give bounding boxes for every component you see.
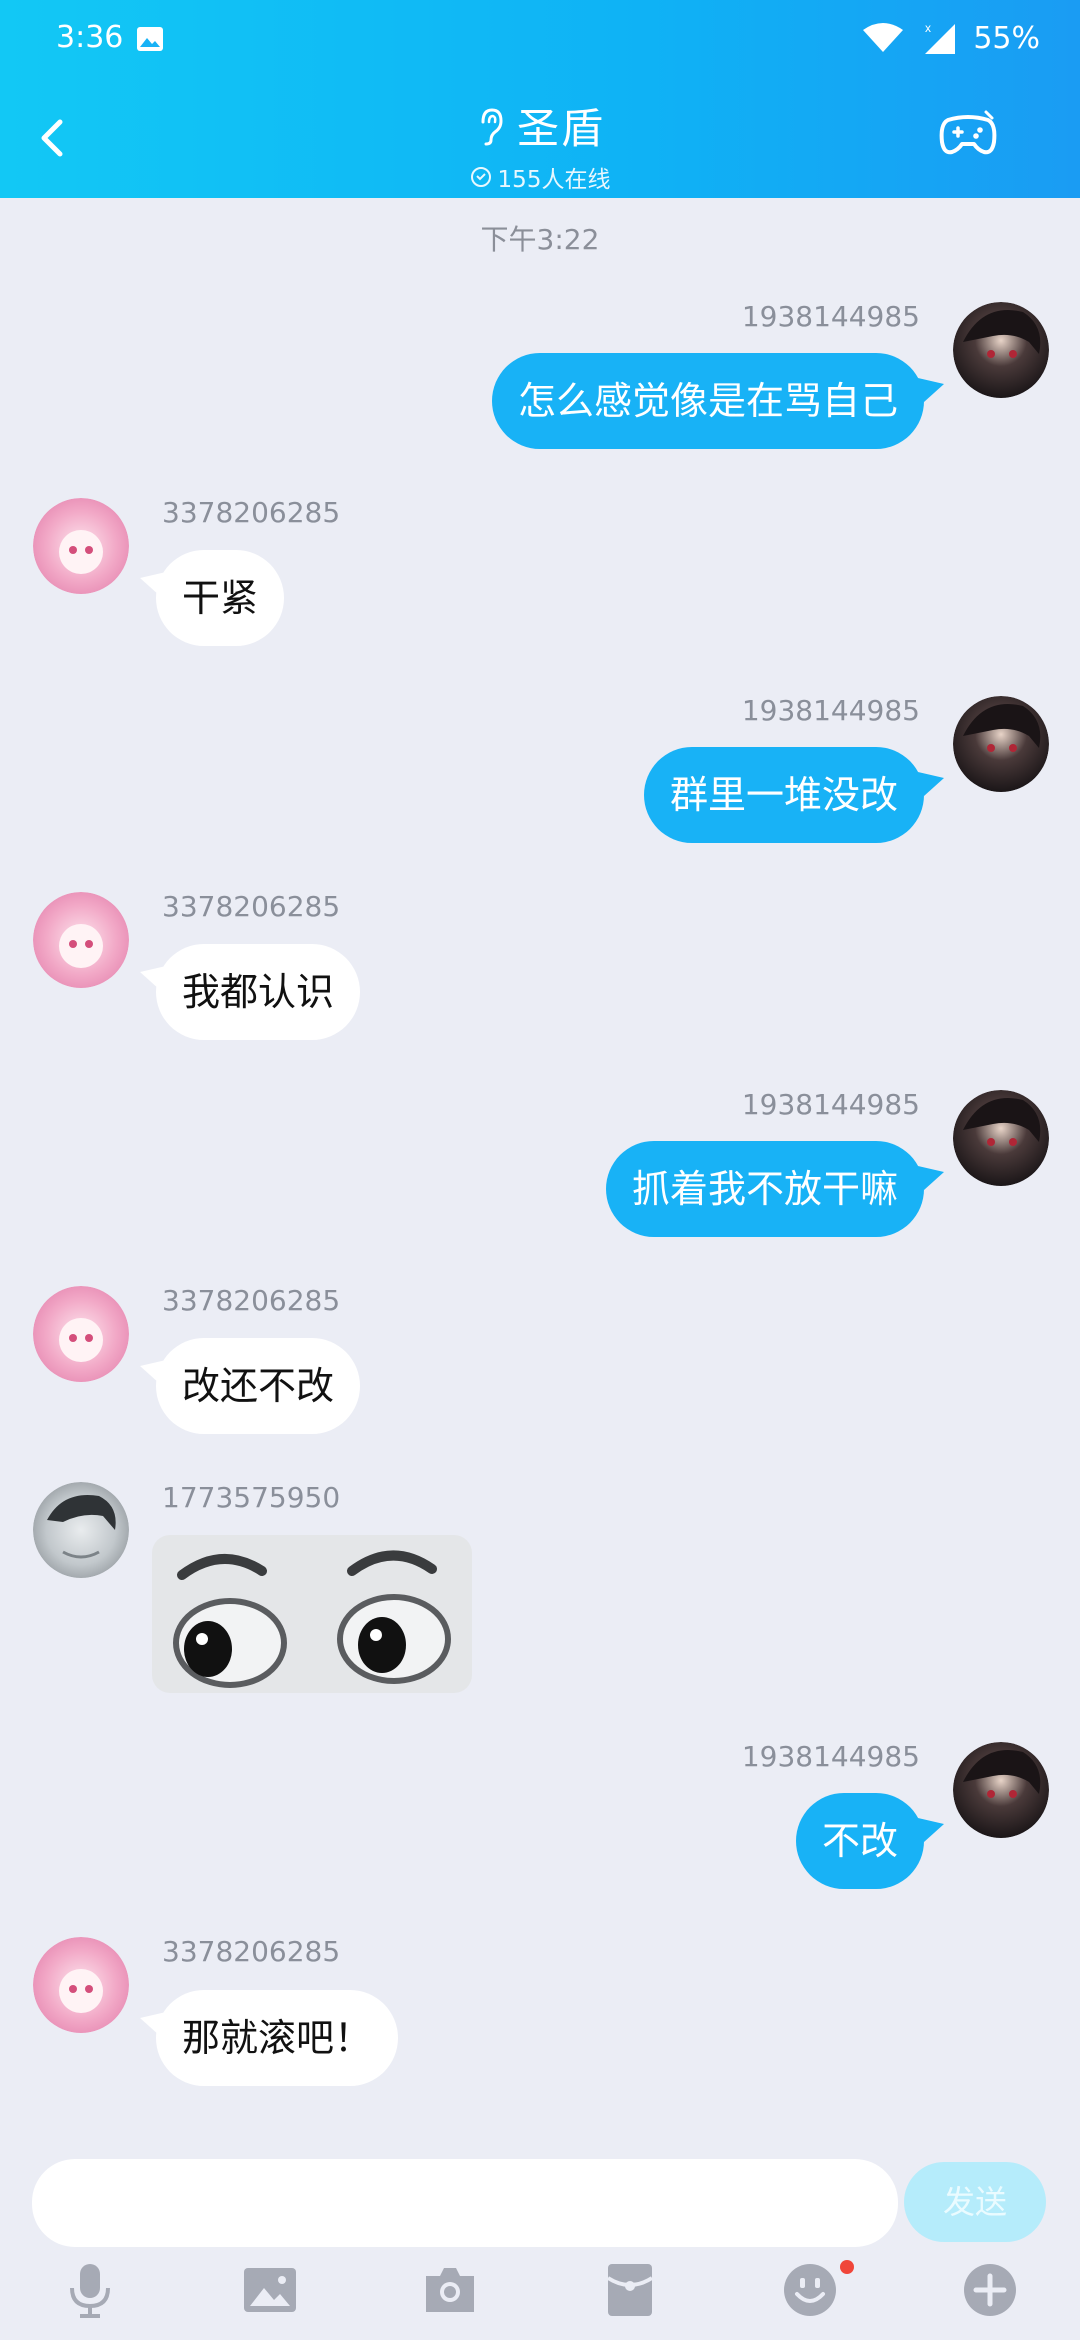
ear-icon bbox=[481, 107, 503, 145]
avatar[interactable] bbox=[33, 1286, 129, 1382]
message-bubble[interactable]: 我都认识 bbox=[156, 944, 361, 1040]
avatar[interactable] bbox=[953, 302, 1049, 398]
avatar[interactable] bbox=[953, 1742, 1049, 1838]
page-title: 圣盾 bbox=[516, 104, 605, 153]
avatar[interactable] bbox=[33, 498, 129, 594]
message-timestamp: 下午3:22 bbox=[480, 223, 600, 256]
game-controller-icon[interactable] bbox=[936, 108, 1000, 164]
avatar[interactable] bbox=[953, 1090, 1049, 1186]
sticker-image[interactable] bbox=[152, 1535, 472, 1693]
sender-id: 3378206285 bbox=[162, 1935, 341, 1968]
svg-text:x: x bbox=[925, 21, 931, 35]
status-time: 3:36 bbox=[56, 20, 124, 55]
bubble-tail bbox=[918, 1818, 944, 1842]
bubble-tail bbox=[918, 1166, 944, 1190]
input-toolbar bbox=[0, 2260, 1080, 2340]
message-bubble[interactable]: 怎么感觉像是在骂自己 bbox=[491, 353, 924, 449]
message-input[interactable] bbox=[32, 2159, 898, 2247]
message-bubble[interactable]: 干紧 bbox=[156, 550, 285, 646]
emoji-icon[interactable] bbox=[780, 2260, 840, 2320]
avatar[interactable] bbox=[33, 892, 129, 988]
red-packet-icon[interactable] bbox=[600, 2260, 660, 2320]
message-bubble[interactable]: 改还不改 bbox=[156, 1338, 361, 1434]
bubble-tail bbox=[918, 772, 944, 796]
notification-dot bbox=[840, 2260, 854, 2274]
online-check-icon bbox=[470, 167, 491, 187]
chat-header: 3:36 x 55% 圣盾 155人在线 bbox=[0, 0, 1080, 198]
avatar[interactable] bbox=[33, 1482, 129, 1578]
avatar[interactable] bbox=[33, 1937, 129, 2033]
message-bubble[interactable]: 抓着我不放干嘛 bbox=[605, 1141, 924, 1237]
battery-level: 55% bbox=[973, 20, 1040, 56]
sender-id: 3378206285 bbox=[162, 496, 341, 529]
image-icon[interactable] bbox=[240, 2260, 300, 2320]
wifi-icon bbox=[863, 23, 904, 52]
send-button[interactable]: 发送 bbox=[904, 2162, 1046, 2242]
sender-id: 1938144985 bbox=[741, 1088, 920, 1121]
avatar[interactable] bbox=[953, 696, 1049, 792]
bubble-tail bbox=[918, 378, 944, 402]
chat-title-block[interactable]: 圣盾 155人在线 bbox=[0, 95, 1080, 194]
gallery-notification-icon bbox=[137, 27, 163, 51]
sender-id: 3378206285 bbox=[162, 890, 341, 923]
plus-icon[interactable] bbox=[960, 2260, 1020, 2320]
sender-id: 3378206285 bbox=[162, 1284, 341, 1317]
sender-id: 1938144985 bbox=[741, 1740, 920, 1773]
message-bubble[interactable]: 不改 bbox=[795, 1793, 924, 1889]
message-bubble[interactable]: 群里一堆没改 bbox=[643, 747, 924, 843]
sender-id: 1938144985 bbox=[741, 694, 920, 727]
microphone-icon[interactable] bbox=[60, 2260, 120, 2320]
message-bubble[interactable]: 那就滚吧！ bbox=[156, 1990, 399, 2086]
sender-id: 1938144985 bbox=[741, 300, 920, 333]
sender-id: 1773575950 bbox=[162, 1481, 341, 1514]
status-right: x 55% bbox=[861, 20, 1040, 56]
signal-icon: x bbox=[925, 21, 956, 54]
camera-icon[interactable] bbox=[420, 2260, 480, 2320]
online-count: 155人在线 bbox=[497, 167, 611, 193]
